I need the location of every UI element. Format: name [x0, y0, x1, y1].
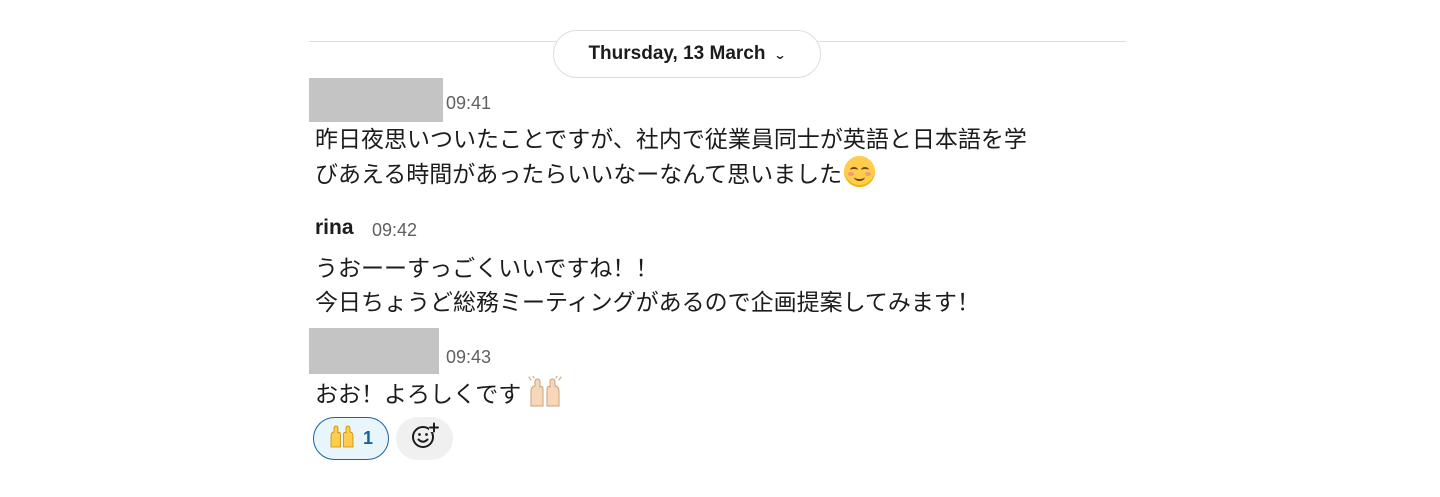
redacted-author-name — [309, 78, 443, 122]
add-reaction-icon — [410, 422, 440, 455]
message-line-with-emoji: おお！よろしくです — [315, 375, 563, 417]
message-timestamp[interactable]: 09:43 — [446, 347, 491, 368]
smiling-face-icon — [844, 156, 876, 187]
message-timestamp[interactable]: 09:42 — [372, 220, 417, 241]
date-label: Thursday, 13 March — [588, 43, 766, 64]
add-reaction-button[interactable] — [396, 417, 453, 460]
message-line: おお！よろしくです — [315, 381, 522, 407]
author-name[interactable]: rina — [315, 216, 354, 240]
raising-hands-icon — [329, 424, 355, 453]
reaction-raising-hands[interactable]: 1 — [313, 417, 389, 460]
message-line: びあえる時間があったらいいなーなんて思いました — [315, 161, 843, 187]
chevron-down-icon: ⌄ — [773, 48, 788, 62]
message-line-with-emoji: びあえる時間があったらいいなーなんて思いました — [315, 156, 1027, 191]
message-text: 昨日夜思いついたことですが、社内で従業員同士が英語と日本語を学 びあえる時間があ… — [315, 122, 1027, 191]
message-text: おお！よろしくです — [315, 375, 563, 417]
reaction-count: 1 — [362, 428, 373, 448]
message-timestamp[interactable]: 09:41 — [446, 93, 491, 114]
date-divider-button[interactable]: Thursday, 13 March ⌄ — [553, 30, 821, 78]
message-line: 今日ちょうど総務ミーティングがあるので企画提案してみます！ — [315, 289, 980, 315]
message-line: 昨日夜思いついたことですが、社内で従業員同士が英語と日本語を学 — [315, 126, 1027, 152]
message-text: うおーーすっごくいいですね！！ 今日ちょうど総務ミーティングがあるので企画提案し… — [315, 251, 980, 319]
raising-hands-icon — [527, 375, 563, 417]
message-line: うおーーすっごくいいですね！！ — [315, 255, 659, 281]
redacted-author-name — [309, 328, 439, 374]
